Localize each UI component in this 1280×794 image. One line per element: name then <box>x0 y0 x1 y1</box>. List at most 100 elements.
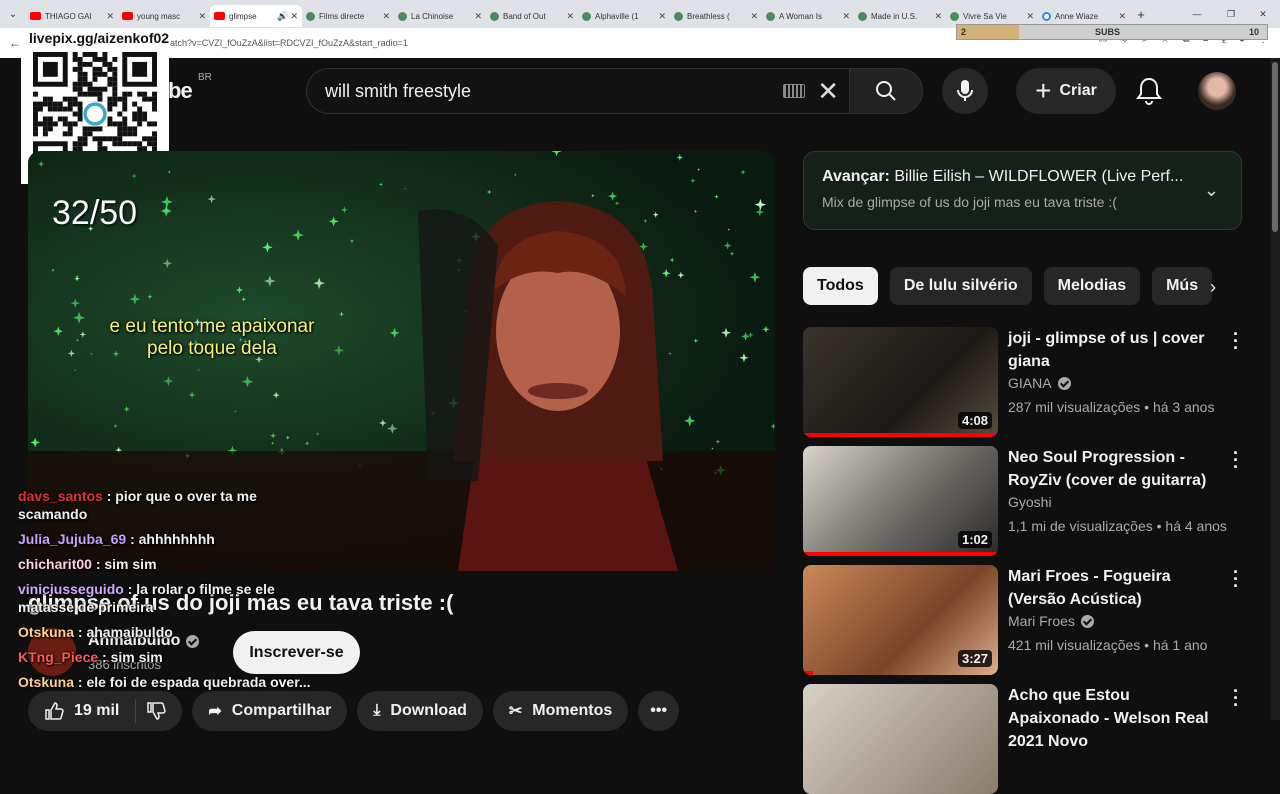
chat-message: Otskuna : ahamaibuldo <box>18 623 318 641</box>
chevron-down-icon[interactable]: ⌄ <box>1204 180 1219 201</box>
subs-goal-fill <box>957 25 1019 39</box>
video-thumbnail[interactable]: 1:02 <box>803 446 998 556</box>
video-thumbnail[interactable] <box>803 684 998 794</box>
create-button[interactable]: + Criar <box>1016 68 1116 114</box>
browser-tab[interactable]: THIAGO GAI ✕ <box>26 5 118 27</box>
recommendation-channel[interactable]: Mari Froes <box>1008 613 1075 629</box>
more-actions-button[interactable]: ••• <box>638 691 680 731</box>
search-box[interactable]: will smith freestyle ✕ <box>306 68 849 114</box>
close-tab-icon[interactable]: ✕ <box>842 11 850 22</box>
qr-code-url: livepix.gg/aizenkof02 <box>29 30 170 46</box>
recommendation-title[interactable]: Neo Soul Progression - RoyZiv (cover de … <box>1008 446 1213 492</box>
video-thumbnail[interactable]: 3:27 <box>803 565 998 675</box>
country-code: BR <box>198 72 212 83</box>
recommendation-channel[interactable]: Gyoshi <box>1008 494 1052 510</box>
lyrics-line-1: e eu tento me apaixonar <box>109 316 315 337</box>
browser-tab-title: young masc <box>137 11 181 21</box>
keyboard-icon[interactable] <box>783 84 806 98</box>
recommendation-item[interactable]: Acho que Estou Apaixonado - Welson Real … <box>803 682 1243 794</box>
close-tab-icon[interactable]: ✕ <box>198 11 206 22</box>
close-tab-icon[interactable]: ✕ <box>934 11 942 22</box>
subs-goal-target: 10 <box>1248 27 1259 37</box>
chips-next-chevron-icon[interactable]: › <box>1196 270 1230 304</box>
chat-username: KTng_Piece <box>18 649 99 665</box>
chat-text: : ahhhhhhhh <box>130 531 215 547</box>
browser-tab[interactable]: glimpse 🔊 ✕ <box>210 5 302 27</box>
recommendation-channel-row: Mari Froes <box>1008 613 1094 629</box>
download-button[interactable]: ⤓ Download <box>357 691 483 731</box>
chat-username: chicharit00 <box>18 556 92 572</box>
recommendation-channel[interactable]: GIANA <box>1008 375 1052 391</box>
download-icon: ⤓ <box>373 702 381 719</box>
browser-tab-title: Band of Out <box>503 11 546 21</box>
recommendation-item[interactable]: 1:02 Neo Soul Progression - RoyZiv (cover… <box>803 444 1243 556</box>
recommendation-channel-row: GIANA <box>1008 375 1071 391</box>
video-thumbnail[interactable]: 4:08 <box>803 327 998 437</box>
thumbs-down-icon[interactable] <box>146 701 167 721</box>
recommendation-item[interactable]: 3:27 Mari Froes - Fogueira (Versão Acústi… <box>803 563 1243 675</box>
close-tab-icon[interactable]: ✕ <box>750 11 758 22</box>
recommendation-meta: 287 mil visualizações • há 3 anos <box>1008 399 1215 415</box>
youtube-favicon-icon <box>122 12 133 20</box>
scrollbar-thumb[interactable] <box>1272 62 1278 232</box>
tab-audio-icon[interactable]: 🔊 <box>277 11 288 22</box>
globe-favicon-icon <box>490 11 499 21</box>
subs-goal-label: SUBS <box>1095 27 1121 37</box>
filter-chip[interactable]: De lulu silvério <box>889 267 1032 305</box>
close-tab-icon[interactable]: ✕ <box>474 11 482 22</box>
close-tab-icon[interactable]: ✕ <box>1118 11 1126 22</box>
browser-tab[interactable]: La Chinoise ✕ <box>394 5 486 27</box>
browser-tab[interactable]: Breathless (✕ <box>670 5 762 27</box>
browser-tab-title: Anne Wiaze <box>1055 11 1099 21</box>
search-input[interactable]: will smith freestyle <box>325 81 783 102</box>
globe-favicon-icon <box>858 11 867 21</box>
filter-chips: Todos De lulu silvério Melodias Mús <box>803 267 1213 305</box>
globe-favicon-icon <box>582 11 591 21</box>
close-tab-icon[interactable]: ✕ <box>290 11 298 22</box>
notifications-bell-icon[interactable] <box>1136 76 1162 106</box>
browser-tab[interactable]: young masc ✕ <box>118 5 210 27</box>
close-tab-icon[interactable]: ✕ <box>106 11 114 22</box>
share-icon: ➦ <box>208 703 222 720</box>
plus-icon: + <box>1035 75 1052 106</box>
watch-progress-bar <box>803 552 998 556</box>
url-field[interactable]: atch?v=CVZI_fOuZzA&list=RDCVZI_fOuZzA&st… <box>170 38 408 48</box>
voice-search-button[interactable] <box>942 68 988 114</box>
browser-tab[interactable]: Band of Out ✕ <box>486 5 578 27</box>
search-button[interactable] <box>849 68 923 114</box>
youtube-logo[interactable]: be <box>168 78 193 104</box>
browser-tab[interactable]: Films directe ✕ <box>302 5 394 27</box>
up-next-panel[interactable]: Avançar: Billie Eilish – WILDFLOWER (Liv… <box>803 151 1242 230</box>
browser-tab[interactable]: Made in U.S. ✕ <box>854 5 946 27</box>
recommendation-title[interactable]: joji - glimpse of us | cover giana <box>1008 327 1213 373</box>
globe-favicon-icon <box>950 11 959 21</box>
more-vertical-icon[interactable]: · · · <box>1229 563 1243 595</box>
chat-text: : sim sim <box>95 556 157 572</box>
recommendation-title[interactable]: Acho que Estou Apaixonado - Welson Real … <box>1008 684 1213 753</box>
create-label: Criar <box>1059 82 1097 99</box>
account-avatar[interactable] <box>1198 72 1236 110</box>
close-tab-icon[interactable]: ✕ <box>382 11 390 22</box>
moments-button[interactable]: ✂ Momentos <box>492 691 629 731</box>
filter-chip[interactable]: Todos <box>803 267 878 305</box>
recommendation-meta: 1,1 mi de visualizações • há 4 anos <box>1008 518 1227 534</box>
page-scrollbar[interactable] <box>1270 58 1280 720</box>
tab-search-chevron-icon[interactable]: ⌄ <box>0 0 26 28</box>
close-tab-icon[interactable]: ✕ <box>658 11 666 22</box>
filter-chip[interactable]: Melodias <box>1043 267 1141 305</box>
new-tab-button[interactable]: + <box>1130 7 1152 22</box>
more-vertical-icon[interactable]: · · · <box>1229 444 1243 476</box>
up-next-subtitle: Mix de glimpse of us do joji mas eu tava… <box>822 194 1117 210</box>
recommendation-channel-row: Gyoshi <box>1008 494 1052 510</box>
browser-tab[interactable]: A Woman Is ✕ <box>762 5 854 27</box>
chat-text: : sim sim <box>102 649 163 665</box>
recommendation-title[interactable]: Mari Froes - Fogueira (Versão Acústica) <box>1008 565 1213 611</box>
more-vertical-icon[interactable]: · · · <box>1229 325 1243 357</box>
thumbs-up-icon <box>45 702 64 720</box>
browser-tab[interactable]: Alphaville (1 ✕ <box>578 5 670 27</box>
more-vertical-icon[interactable]: · · · <box>1229 682 1243 714</box>
clear-search-icon[interactable]: ✕ <box>817 78 839 104</box>
recommendation-item[interactable]: 4:08 joji - glimpse of us | cover giana GI… <box>803 325 1243 437</box>
close-tab-icon[interactable]: ✕ <box>566 11 574 22</box>
close-tab-icon[interactable]: ✕ <box>1026 11 1034 22</box>
